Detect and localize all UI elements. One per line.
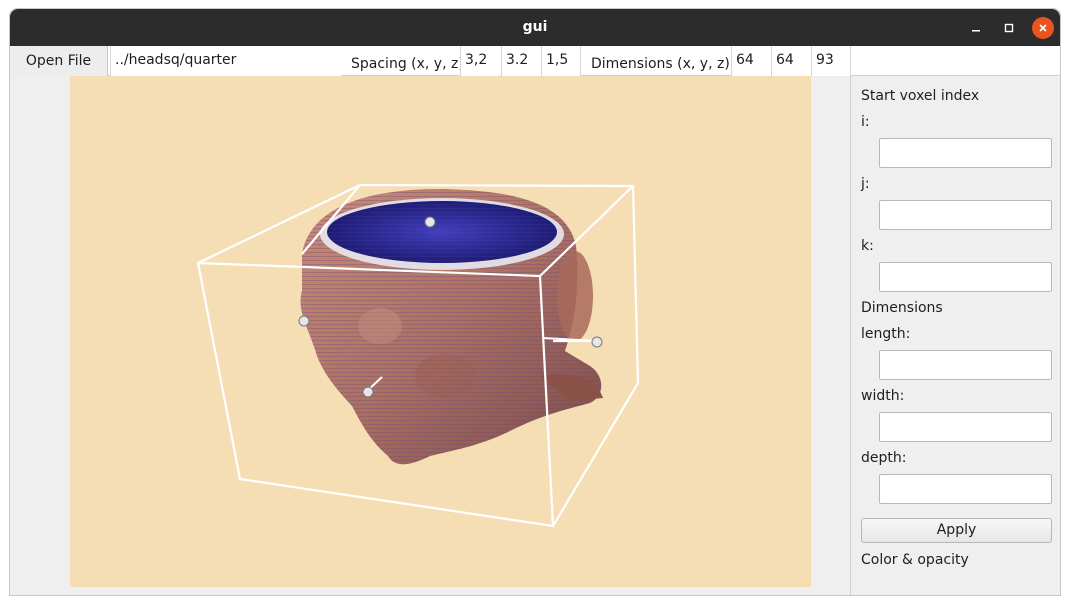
dimension-z-field[interactable]: 93 xyxy=(811,46,851,76)
j-input[interactable] xyxy=(879,200,1052,230)
spacing-x-field[interactable]: 3,2 xyxy=(460,46,500,76)
spacing-y-field[interactable]: 3.2 xyxy=(501,46,541,76)
handle-front xyxy=(362,386,374,398)
title-bar[interactable]: gui xyxy=(10,9,1060,46)
file-path-field[interactable]: ../headsq/quarter xyxy=(110,46,341,76)
depth-input[interactable] xyxy=(879,474,1052,504)
close-button[interactable] xyxy=(1032,17,1054,39)
minimize-icon xyxy=(972,30,980,32)
k-label: k: xyxy=(861,238,874,254)
maximize-button[interactable] xyxy=(998,17,1020,39)
app-window: gui Open File ../headsq/quarter Spacing … xyxy=(9,8,1061,596)
toolbar: Open File ../headsq/quarter Spacing (x, … xyxy=(10,46,1060,76)
render-viewport[interactable] xyxy=(70,76,811,587)
dimension-x-field[interactable]: 64 xyxy=(731,46,771,76)
apply-button[interactable]: Apply xyxy=(861,518,1052,543)
color-opacity-label: Color & opacity xyxy=(861,552,969,568)
k-input[interactable] xyxy=(879,262,1052,292)
spacing-label: Spacing (x, y, z): xyxy=(351,56,469,72)
maximize-icon xyxy=(1004,23,1014,33)
handle-top xyxy=(424,216,436,228)
start-voxel-label: Start voxel index xyxy=(861,88,980,104)
length-input[interactable] xyxy=(879,350,1052,380)
width-input[interactable] xyxy=(879,412,1052,442)
length-label: length: xyxy=(861,326,911,342)
depth-label: depth: xyxy=(861,450,907,466)
dimensions-section-label: Dimensions xyxy=(861,300,943,316)
i-input[interactable] xyxy=(879,138,1052,168)
open-file-button[interactable]: Open File xyxy=(10,46,108,76)
window-title: gui xyxy=(522,19,548,35)
close-icon xyxy=(1039,24,1047,32)
width-label: width: xyxy=(861,388,905,404)
handle-right xyxy=(591,336,603,348)
side-panel: Start voxel index i: j: k: Dimensions le… xyxy=(850,76,1060,595)
volume-render xyxy=(196,183,640,528)
head-volume xyxy=(300,188,603,465)
handle-left xyxy=(298,315,310,327)
i-label: i: xyxy=(861,114,870,130)
minimize-button[interactable] xyxy=(965,17,987,39)
dimension-y-field[interactable]: 64 xyxy=(771,46,811,76)
dimensions-label: Dimensions (x, y, z): xyxy=(591,56,735,72)
spacing-z-field[interactable]: 1,5 xyxy=(541,46,581,76)
j-label: j: xyxy=(861,176,870,192)
